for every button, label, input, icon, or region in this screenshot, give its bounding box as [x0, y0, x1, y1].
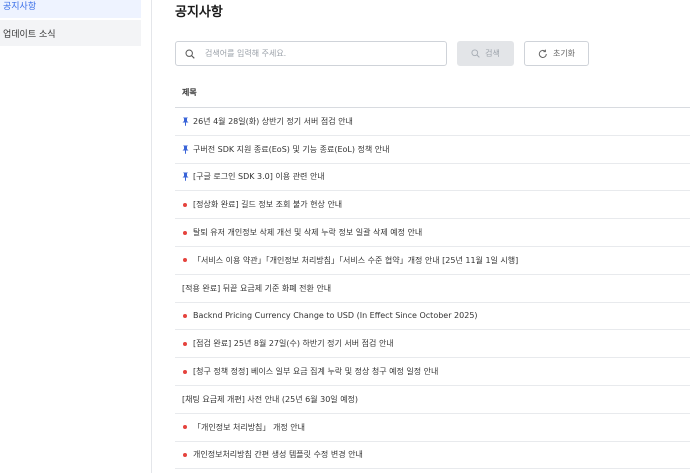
sidebar: 공지사항 업데이트 소식 [0, 0, 152, 473]
row-title: 「개인정보 처리방침」 개정 안내 [193, 422, 305, 432]
main-content: 공지사항 검색 초기화 제목 26년 4월 28일(화) 상반기 정기 서버 점… [152, 0, 690, 473]
row-title: [채팅 요금제 개편] 사전 안내 (25년 6월 30일 예정) [182, 394, 359, 404]
search-input[interactable] [205, 49, 425, 58]
reset-button-label: 초기화 [552, 49, 576, 58]
pin-icon [182, 172, 192, 182]
row-title: 「서비스 이용 약관」「개인정보 처리방침」「서비스 수준 협약」개정 안내 [… [193, 255, 519, 265]
search-button[interactable]: 검색 [457, 41, 514, 66]
table-row[interactable]: Backnd Pricing Currency Change to USD (I… [175, 303, 690, 331]
sidebar-item-notice[interactable]: 공지사항 [0, 0, 141, 18]
row-title: 26년 4월 28일(화) 상반기 정기 서버 점검 안내 [193, 116, 353, 126]
row-title: 개인정보처리방침 간편 생성 템플릿 수정 변경 안내 [193, 450, 363, 460]
reset-button[interactable]: 초기화 [524, 41, 589, 66]
new-dot-icon [182, 452, 192, 457]
table-row[interactable]: 「서비스 이용 약관」「개인정보 처리방침」「서비스 수준 협약」개정 안내 [… [175, 247, 690, 275]
refresh-icon [538, 49, 547, 58]
table-row[interactable]: 탈퇴 유저 개인정보 삭제 개선 및 삭제 누락 정보 일괄 삭제 예정 안내 [175, 219, 690, 247]
search-button-label: 검색 [485, 49, 500, 58]
search-box[interactable] [175, 41, 447, 66]
notice-table: 제목 26년 4월 28일(화) 상반기 정기 서버 점검 안내구버전 SDK … [175, 78, 690, 470]
new-dot-icon [182, 258, 192, 263]
row-title: 구버전 SDK 지원 종료(EoS) 및 기능 종료(EoL) 정책 안내 [193, 144, 390, 154]
sidebar-item-label: 업데이트 소식 [3, 29, 56, 40]
page-title: 공지사항 [175, 5, 223, 20]
row-title: 탈퇴 유저 개인정보 삭제 개선 및 삭제 누락 정보 일괄 삭제 예정 안내 [193, 228, 423, 238]
table-row[interactable]: [청구 정책 정정] 베이스 일부 요금 집계 누락 및 정상 청구 예정 일정… [175, 358, 690, 386]
sidebar-item-updates[interactable]: 업데이트 소식 [0, 20, 141, 46]
row-title: Backnd Pricing Currency Change to USD (I… [193, 311, 478, 321]
row-title: [적용 완료] 뒤끝 요금제 기준 화폐 전환 안내 [182, 283, 332, 293]
table-row[interactable]: [정상화 완료] 길드 정보 조회 불가 현상 안내 [175, 191, 690, 220]
table-body: 26년 4월 28일(화) 상반기 정기 서버 점검 안내구버전 SDK 지원 … [175, 108, 690, 470]
pin-icon [182, 117, 192, 126]
search-icon [471, 49, 480, 58]
new-dot-icon [182, 425, 192, 430]
table-row[interactable]: [점검 완료] 25년 8월 27일(수) 하반기 정기 서버 점검 안내 [175, 330, 690, 359]
new-dot-icon [182, 230, 192, 235]
table-row[interactable]: 「개인정보 처리방침」 개정 안내 [175, 414, 690, 442]
table-row[interactable]: [구글 로그인 SDK 3.0] 이용 관련 안내 [175, 164, 690, 192]
row-title: [청구 정책 정정] 베이스 일부 요금 집계 누락 및 정상 청구 예정 일정… [193, 367, 439, 377]
new-dot-icon [182, 369, 192, 374]
search-icon [185, 48, 195, 59]
table-row[interactable]: [적용 완료] 뒤끝 요금제 기준 화폐 전환 안내 [175, 275, 690, 303]
row-title: [정상화 완료] 길드 정보 조회 불가 현상 안내 [193, 200, 343, 210]
new-dot-icon [182, 341, 192, 346]
table-row[interactable]: 개인정보처리방침 간편 생성 템플릿 수정 변경 안내 [175, 442, 690, 470]
row-title: [구글 로그인 SDK 3.0] 이용 관련 안내 [193, 172, 325, 182]
table-row[interactable]: 26년 4월 28일(화) 상반기 정기 서버 점검 안내 [175, 108, 690, 136]
pin-icon [182, 145, 192, 154]
new-dot-icon [182, 202, 192, 207]
table-row[interactable]: 구버전 SDK 지원 종료(EoS) 및 기능 종료(EoL) 정책 안내 [175, 136, 690, 164]
row-title: [점검 완료] 25년 8월 27일(수) 하반기 정기 서버 점검 안내 [193, 339, 394, 349]
new-dot-icon [182, 313, 192, 318]
table-header-title: 제목 [175, 78, 690, 108]
table-row[interactable]: [채팅 요금제 개편] 사전 안내 (25년 6월 30일 예정) [175, 386, 690, 414]
sidebar-item-label: 공지사항 [3, 2, 37, 12]
